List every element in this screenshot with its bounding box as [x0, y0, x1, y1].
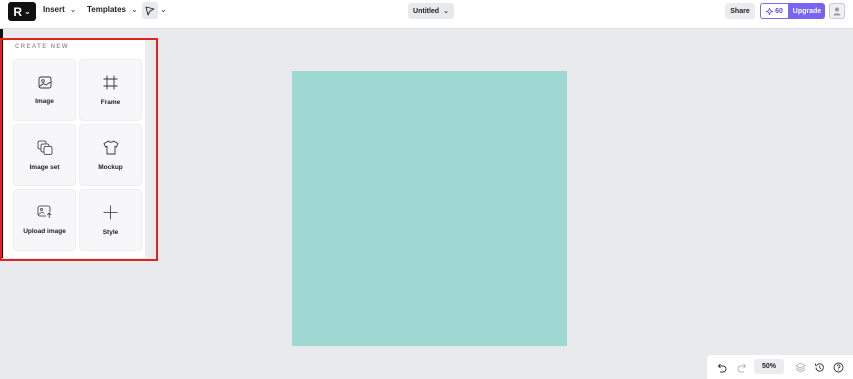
select-tool-button[interactable]	[142, 2, 158, 19]
tile-label: Style	[102, 228, 119, 236]
history-button[interactable]	[813, 361, 825, 373]
create-image-set-tile[interactable]: Image set	[13, 124, 76, 186]
section-title: CREATE NEW	[15, 44, 69, 50]
canvas-artboard[interactable]	[292, 71, 567, 346]
layers-icon	[794, 362, 806, 372]
image-icon	[38, 76, 51, 88]
app-menu-button[interactable]: R ⌄	[8, 2, 36, 21]
help-button[interactable]	[832, 361, 844, 373]
tile-label: Mockup	[98, 163, 123, 171]
tshirt-icon	[103, 140, 118, 154]
image-set-icon	[37, 140, 52, 155]
insert-menu[interactable]: Insert ⌄	[43, 5, 77, 14]
credits-count: 60	[775, 7, 783, 15]
upload-image-icon	[37, 205, 52, 219]
create-image-tile[interactable]: Image	[13, 59, 76, 121]
frame-icon	[103, 75, 118, 89]
logo-icon: R	[13, 4, 22, 19]
chevron-down-icon: ⌄	[23, 7, 31, 16]
templates-menu[interactable]: Templates ⌄	[87, 5, 138, 14]
document-title: Untitled	[413, 7, 440, 15]
zoom-level-button[interactable]: 50%	[754, 359, 784, 374]
undo-button[interactable]	[715, 361, 727, 373]
panel-edge	[0, 29, 3, 258]
tile-label: Frame	[100, 98, 121, 106]
user-icon	[833, 7, 841, 16]
panel-scrollbar[interactable]	[145, 40, 150, 258]
tile-label: Image set	[29, 163, 60, 171]
tile-label: Upload image	[23, 228, 66, 235]
create-frame-tile[interactable]: Frame	[79, 59, 142, 121]
redo-icon	[737, 363, 746, 372]
chevron-down-icon: ⌄	[69, 5, 77, 14]
credits-button[interactable]: 60	[760, 3, 789, 19]
layers-button[interactable]	[794, 361, 806, 373]
avatar[interactable]	[829, 3, 845, 19]
help-icon	[833, 362, 843, 372]
redo-button[interactable]	[736, 361, 748, 373]
insert-menu-label: Insert	[43, 5, 65, 14]
upgrade-button[interactable]: Upgrade	[789, 3, 825, 19]
create-mockup-tile[interactable]: Mockup	[79, 124, 142, 186]
chevron-down-icon: ⌄	[130, 5, 138, 14]
history-icon	[814, 362, 824, 372]
sparkle-icon	[766, 7, 774, 15]
pointer-icon	[145, 6, 155, 15]
templates-menu-label: Templates	[87, 5, 126, 14]
document-title-button[interactable]: Untitled ⌄	[408, 3, 454, 19]
create-style-tile[interactable]: Style	[79, 189, 142, 251]
share-button[interactable]: Share	[725, 3, 755, 19]
tool-chevron-down-icon[interactable]: ⌄	[160, 5, 167, 14]
undo-icon	[717, 363, 726, 372]
tile-label: Image	[35, 97, 54, 105]
style-icon	[103, 205, 118, 219]
upload-image-tile[interactable]: Upload image	[13, 189, 76, 251]
chevron-down-icon: ⌄	[443, 8, 449, 15]
